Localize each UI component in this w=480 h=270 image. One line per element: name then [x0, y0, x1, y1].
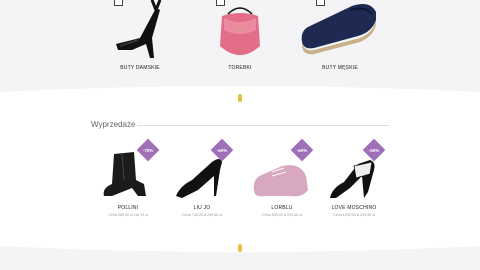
tag-icon [216, 0, 225, 6]
product-card[interactable]: -60% LORBLU Cena 549,00 zł 219,60 zł [242, 138, 322, 217]
section-title: Wyprzedaże [91, 120, 136, 129]
discount-badge: -50% [362, 138, 386, 162]
product-card[interactable]: -50% LOVE MOSCHINO Cena 1239,00 zł 619,5… [314, 138, 394, 217]
product-price: Cena 549,00 zł 219,60 zł [262, 213, 302, 217]
category-buty-meskie[interactable]: BUTY MĘSKIE [280, 0, 400, 71]
product-price: Cena 749,00 zł 299,60 zł [182, 213, 222, 217]
divider-marker-top [238, 94, 242, 102]
product-brand[interactable]: LIU JO [162, 205, 242, 211]
product-card[interactable]: -60% LIU JO Cena 749,00 zł 299,60 zł [162, 138, 242, 217]
category-label[interactable]: BUTY MĘSKIE [280, 65, 400, 71]
product-brand[interactable]: LOVE MOSCHINO [314, 205, 394, 211]
category-image-loafer[interactable] [280, 0, 400, 62]
product-image[interactable]: -60% [242, 138, 322, 202]
discount-badge: -60% [210, 138, 234, 162]
product-image[interactable]: -70% [88, 138, 168, 202]
discount-badge: -70% [136, 138, 160, 162]
loafer-image [301, 4, 376, 55]
product-price: Cena 1239,00 zł 619,50 zł [333, 213, 375, 217]
product-brand[interactable]: LORBLU [242, 205, 322, 211]
divider-marker-bottom [238, 244, 242, 252]
tag-icon [316, 0, 325, 6]
section-title-line [137, 125, 389, 126]
tag-icon [114, 0, 123, 6]
product-brand[interactable]: POLLINI [88, 205, 168, 211]
product-card[interactable]: -70% POLLINI Cena 389,00 zł 116,70 zł [88, 138, 168, 217]
discount-badge: -60% [290, 138, 314, 162]
product-price: Cena 389,00 zł 116,70 zł [108, 213, 148, 217]
product-image[interactable]: -60% [162, 138, 242, 202]
product-image[interactable]: -50% [314, 138, 394, 202]
